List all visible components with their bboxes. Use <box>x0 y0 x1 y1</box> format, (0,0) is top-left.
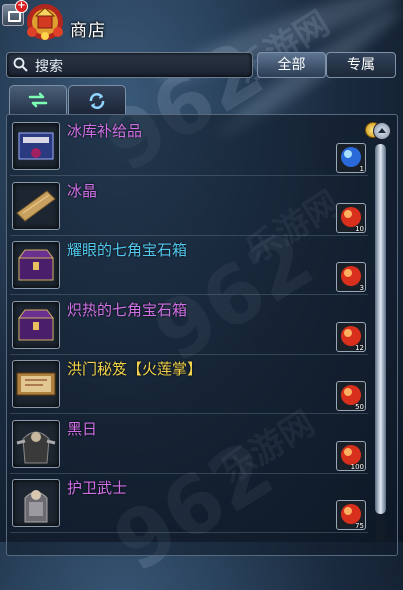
window-header: + 商店 <box>0 0 403 46</box>
list-item[interactable]: 黑日 100 <box>10 415 368 474</box>
item-name: 护卫武士 <box>67 479 128 497</box>
tab-exchange[interactable] <box>9 85 67 115</box>
search-input[interactable]: 搜索 <box>6 52 253 78</box>
item-name: 炽热的七角宝石箱 <box>67 300 188 319</box>
search-label: 搜索 <box>35 59 63 75</box>
red-orb-icon: 12 <box>336 321 366 352</box>
red-orb-icon: 50 <box>336 381 366 411</box>
item-cost: 10 <box>355 224 364 233</box>
exchange-icon <box>28 92 48 108</box>
item-thumbnail <box>12 300 60 349</box>
item-thumbnail <box>12 479 60 527</box>
item-thumbnail <box>12 181 60 230</box>
filter-all-button[interactable]: 全部 <box>257 52 326 78</box>
refresh-icon <box>89 93 105 109</box>
list-item[interactable]: 洪门秘笈【火莲掌】 50 <box>10 355 368 414</box>
red-orb-icon: 10 <box>336 202 366 233</box>
item-name: 冰库补给品 <box>67 122 143 140</box>
list-item[interactable]: 冰库补给品 1 <box>10 117 368 176</box>
item-cost: 1 <box>359 165 364 173</box>
item-thumbnail <box>12 419 60 468</box>
item-cost: 12 <box>355 343 364 352</box>
list-item[interactable]: 炽热的七角宝石箱 12 <box>10 296 368 355</box>
search-icon <box>13 57 28 72</box>
item-cost: 3 <box>359 284 364 292</box>
list-item[interactable]: 护卫武士 75 <box>10 474 368 533</box>
red-orb-icon: 100 <box>336 440 366 471</box>
back-button[interactable]: + <box>2 0 28 26</box>
item-cost: 50 <box>355 403 364 411</box>
filter-exclusive-button[interactable]: 专属 <box>326 52 396 78</box>
item-name: 洪门秘笈【火莲掌】 <box>67 360 203 378</box>
scrollbar-thumb[interactable] <box>375 144 386 514</box>
list-item[interactable]: 耀眼的七角宝石箱 3 <box>10 236 368 295</box>
item-cost: 100 <box>350 462 364 471</box>
item-thumbnail <box>12 360 60 408</box>
tab-refresh[interactable] <box>68 85 126 115</box>
shop-logo-icon <box>27 4 63 40</box>
shop-window: 962 乐游网 962 乐游网 962 乐游网 + 商店 <box>0 0 403 590</box>
item-name: 黑日 <box>67 419 98 438</box>
scroll-up-button[interactable] <box>373 122 391 140</box>
red-orb-icon: 3 <box>336 262 366 292</box>
list-item[interactable]: 冰晶 10 <box>10 177 368 236</box>
arrow-up-icon <box>378 128 386 133</box>
item-name: 冰晶 <box>67 181 98 200</box>
item-thumbnail <box>12 122 60 170</box>
page-title: 商店 <box>70 21 106 41</box>
item-name: 耀眼的七角宝石箱 <box>67 241 188 259</box>
blue-orb-icon: 1 <box>336 143 366 173</box>
item-thumbnail <box>12 241 60 289</box>
item-cost: 75 <box>355 522 364 530</box>
red-orb-icon: 75 <box>336 500 366 530</box>
